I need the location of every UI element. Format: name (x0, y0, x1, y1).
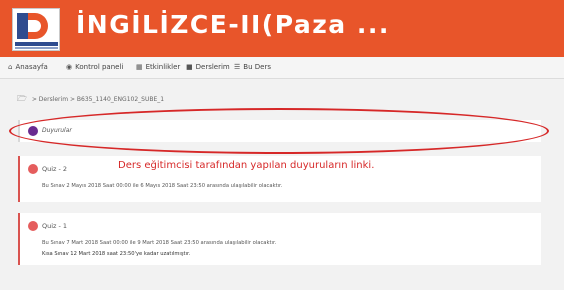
quiz-1-card: Quiz - 1 Bu Sınav 7 Mart 2018 Saat 00:00… (18, 213, 541, 265)
home-icon: ⌂ (8, 63, 13, 71)
quiz-1-extension-note: Kısa Sınav 12 Mart 2018 saat 23:50'ye ka… (42, 251, 191, 257)
breadcrumb-course[interactable]: B635_1140_ENG102_SUBE_1 (77, 96, 164, 103)
quiz-icon (28, 221, 38, 231)
calendar-icon: ▦ (136, 63, 143, 71)
folder-icon: 🗁 (17, 94, 27, 103)
university-logo[interactable] (12, 8, 60, 51)
nav-this-course[interactable]: ☰ Bu Ders (234, 63, 271, 71)
dashboard-icon: ◉ (66, 63, 73, 71)
quiz-1-description: Bu Sınav 7 Mart 2018 Saat 00:00 ile 9 Ma… (42, 240, 277, 246)
breadcrumb: 🗁 > Derslerim > B635_1140_ENG102_SUBE_1 (17, 94, 165, 103)
site-header: İNGİLİZCE-II(Paza ... (0, 0, 564, 57)
nav-home[interactable]: ⌂ Anasayfa (8, 63, 48, 71)
sitemap-icon: ☰ (234, 63, 241, 71)
course-title: İNGİLİZCE-II(Paza ... (76, 10, 390, 39)
highlight-oval (9, 108, 549, 154)
courses-icon: ■ (186, 63, 193, 71)
quiz-2-description: Bu Sınav 2 Mayıs 2018 Saat 00:00 ile 6 M… (42, 183, 283, 189)
nav-dashboard[interactable]: ◉ Kontrol paneli (66, 63, 123, 71)
nav-calendar[interactable]: ▦ Etkinlikler (136, 63, 180, 71)
annotation-text: Ders eğitimcisi tarafından yapılan duyur… (118, 160, 375, 171)
nav-my-courses[interactable]: ■ Derslerim (186, 63, 230, 71)
quiz-1-link[interactable]: Quiz - 1 (42, 222, 67, 230)
quiz-2-link[interactable]: Quiz - 2 (42, 165, 67, 173)
navbar: ⌂ Anasayfa ◉ Kontrol paneli ▦ Etkinlikler ■… (0, 57, 564, 79)
breadcrumb-my-courses[interactable]: Derslerim (39, 96, 68, 103)
quiz-icon (28, 164, 38, 174)
